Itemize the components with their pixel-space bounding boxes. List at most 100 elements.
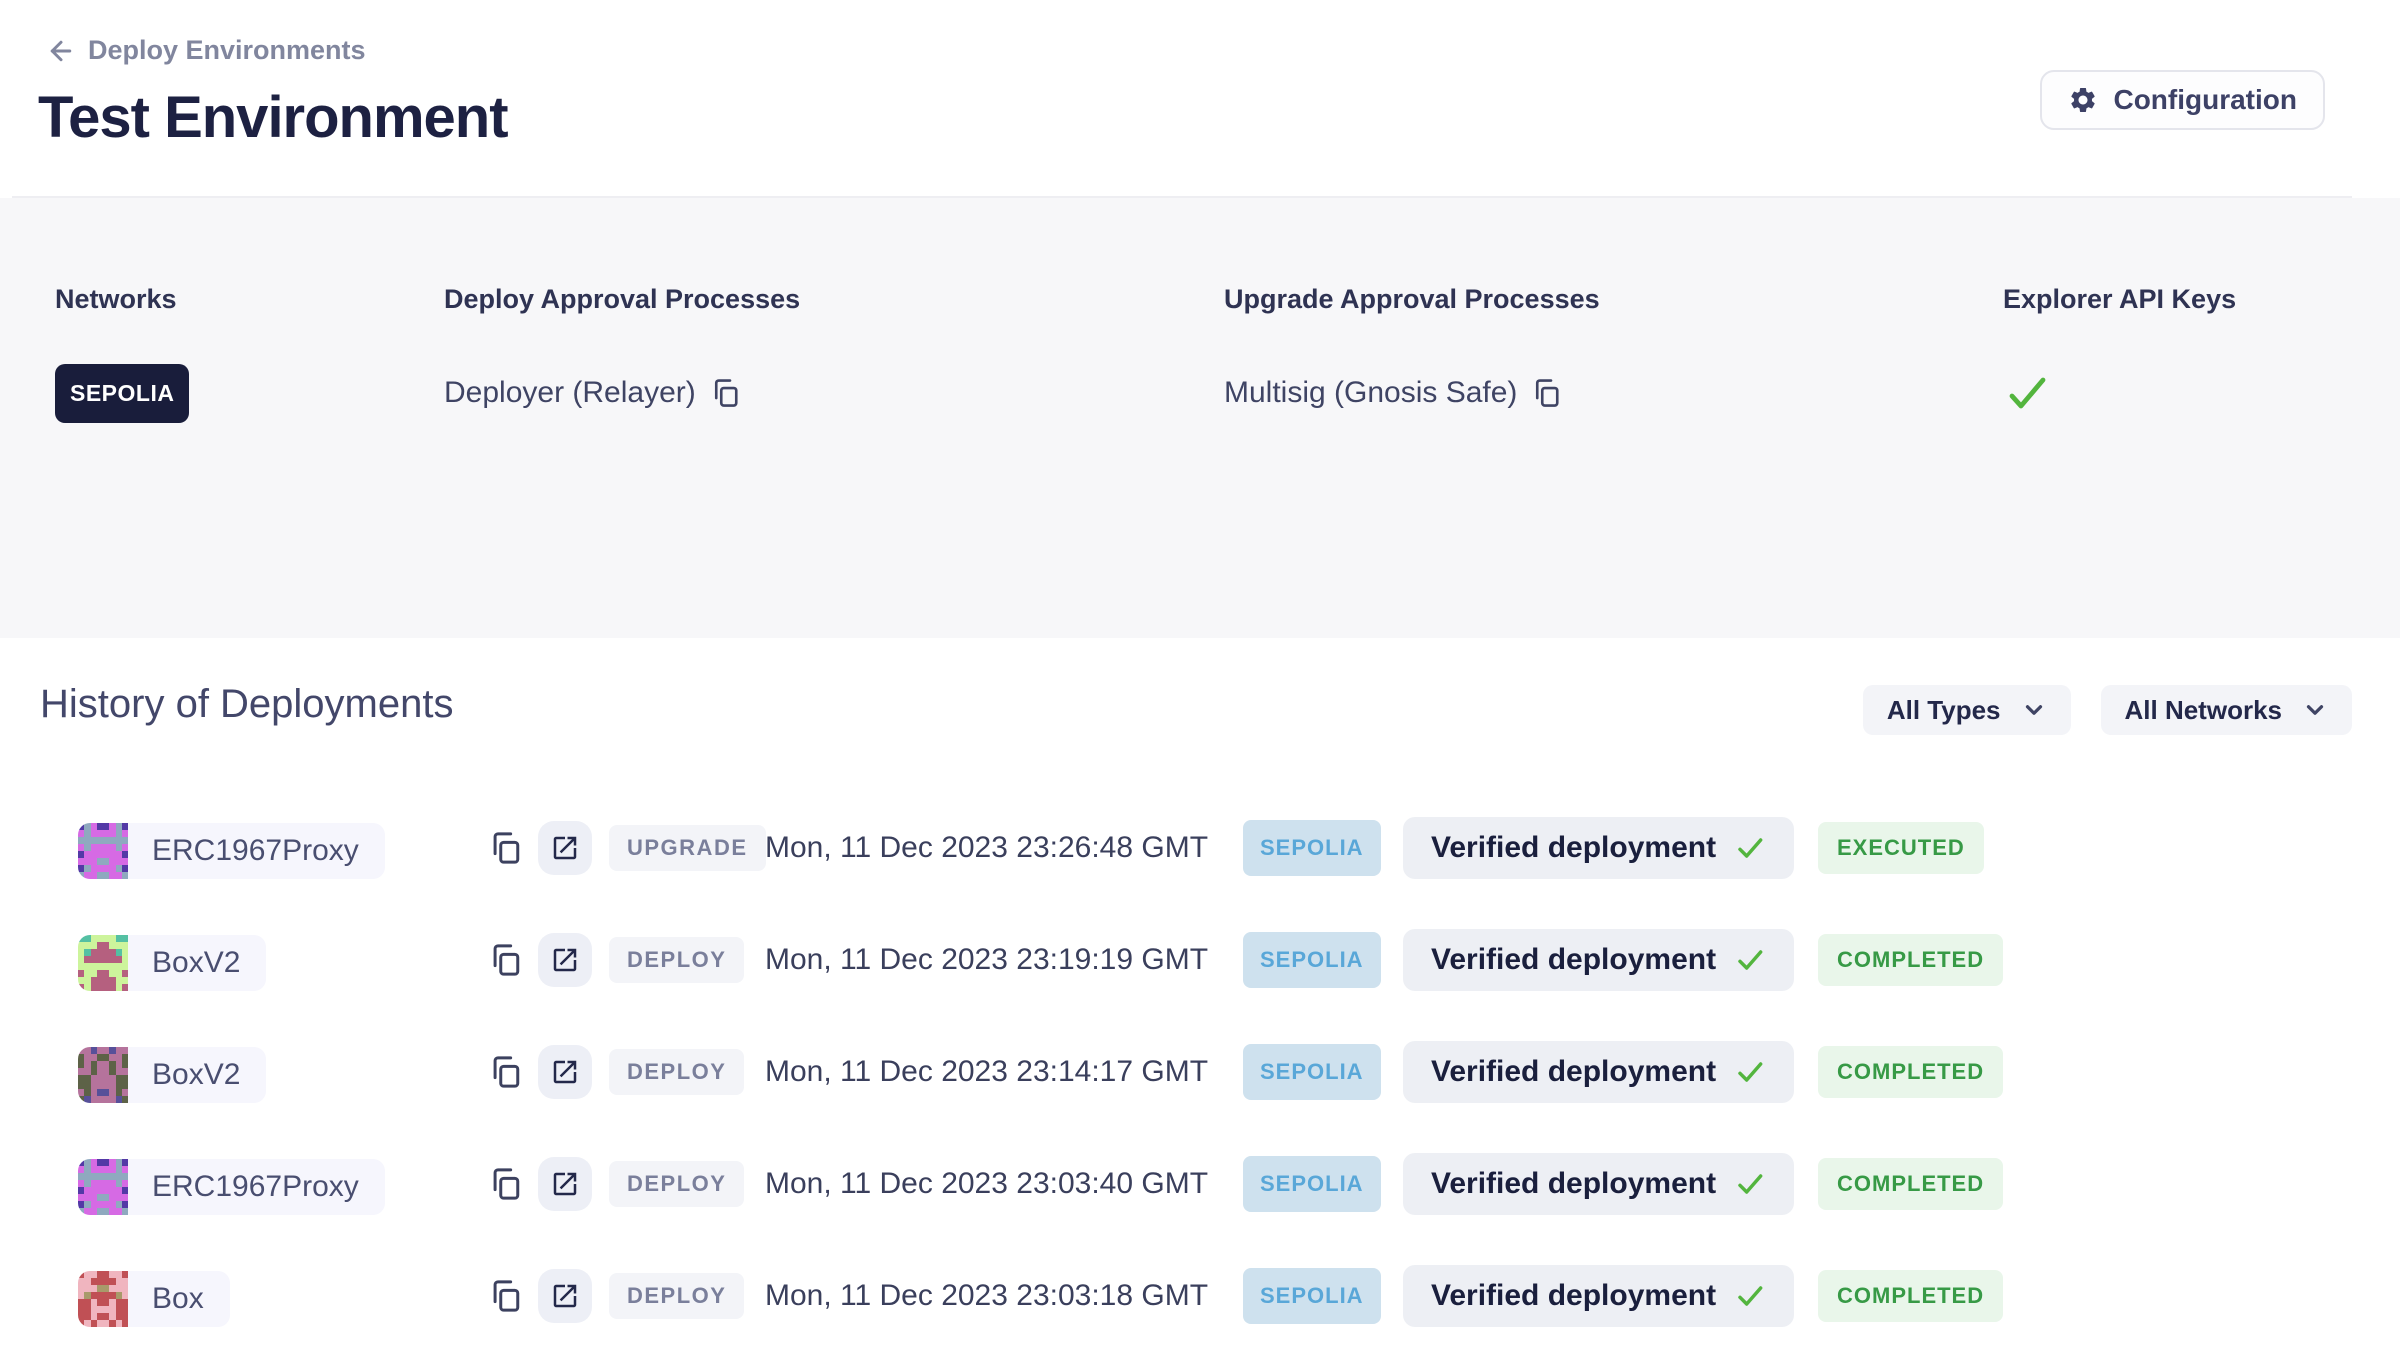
- check-icon: [1734, 1056, 1766, 1088]
- external-link-icon: [550, 1057, 580, 1087]
- copy-icon: [488, 1279, 522, 1313]
- contract-name: BoxV2: [128, 946, 266, 980]
- check-icon: [1734, 1168, 1766, 1200]
- breadcrumb-label: Deploy Environments: [88, 35, 366, 66]
- chevron-down-icon: [2302, 697, 2328, 723]
- contract-name: ERC1967Proxy: [128, 1170, 385, 1204]
- filter-all-networks-dropdown[interactable]: All Networks: [2101, 685, 2353, 735]
- copy-icon: [488, 1167, 522, 1201]
- network-badge: SEPOLIA: [1243, 820, 1381, 876]
- copy-icon: [488, 1055, 522, 1089]
- page-title: Test Environment: [38, 84, 508, 151]
- contract-chip[interactable]: ERC1967Proxy: [78, 1159, 385, 1215]
- contract-chip[interactable]: ERC1967Proxy: [78, 823, 385, 879]
- upgrade-approval-column: Upgrade Approval Processes Multisig (Gno…: [1224, 284, 1600, 423]
- external-link-icon: [550, 1281, 580, 1311]
- deployment-type-badge: DEPLOY: [609, 1161, 744, 1207]
- verification-pill: Verified deployment: [1403, 1265, 1794, 1327]
- configuration-button[interactable]: Configuration: [2040, 70, 2325, 130]
- configuration-button-label: Configuration: [2113, 84, 2297, 116]
- contract-identicon: [78, 935, 128, 991]
- check-icon: [1734, 832, 1766, 864]
- copy-icon: [710, 378, 740, 408]
- chevron-down-icon: [2021, 697, 2047, 723]
- gear-icon: [2068, 85, 2098, 115]
- filter-all-networks-label: All Networks: [2125, 695, 2283, 726]
- filter-all-types-dropdown[interactable]: All Types: [1863, 685, 2071, 735]
- verification-label: Verified deployment: [1431, 943, 1716, 977]
- deployment-rows: ERC1967Proxy UPGRADE Mon, 11 Dec 2023 23…: [0, 792, 2400, 1352]
- verification-label: Verified deployment: [1431, 831, 1716, 865]
- breadcrumb[interactable]: Deploy Environments: [40, 34, 372, 67]
- copy-upgrade-approval-button[interactable]: [1531, 378, 1561, 408]
- deployment-row: ERC1967Proxy UPGRADE Mon, 11 Dec 2023 23…: [0, 792, 2400, 904]
- copy-address-button[interactable]: [488, 831, 522, 865]
- deployment-date: Mon, 11 Dec 2023 23:03:40 GMT: [765, 1167, 1243, 1201]
- deployment-date: Mon, 11 Dec 2023 23:14:17 GMT: [765, 1055, 1243, 1089]
- networks-header: Networks: [55, 284, 189, 315]
- explorer-api-keys-header: Explorer API Keys: [2003, 284, 2236, 315]
- deployment-status-badge: COMPLETED: [1818, 1046, 2003, 1098]
- api-key-set-check-icon: [2003, 369, 2051, 417]
- copy-address-button[interactable]: [488, 1167, 522, 1201]
- external-link-icon: [550, 945, 580, 975]
- check-icon: [1734, 1280, 1766, 1312]
- deployment-type-badge: DEPLOY: [609, 1049, 744, 1095]
- open-in-explorer-button[interactable]: [538, 1157, 592, 1211]
- deployment-status-badge: EXECUTED: [1818, 822, 1984, 874]
- deployment-status-badge: COMPLETED: [1818, 1270, 2003, 1322]
- back-arrow-icon: [46, 36, 76, 66]
- verification-label: Verified deployment: [1431, 1055, 1716, 1089]
- copy-deploy-approval-button[interactable]: [710, 378, 740, 408]
- copy-address-button[interactable]: [488, 1055, 522, 1089]
- copy-icon: [488, 943, 522, 977]
- upgrade-approval-value: Multisig (Gnosis Safe): [1224, 376, 1517, 410]
- contract-identicon: [78, 1271, 128, 1327]
- deployment-row: BoxV2 DEPLOY Mon, 11 Dec 2023 23:19:19 G…: [0, 904, 2400, 1016]
- verification-pill: Verified deployment: [1403, 817, 1794, 879]
- deploy-approval-value: Deployer (Relayer): [444, 376, 696, 410]
- verification-label: Verified deployment: [1431, 1279, 1716, 1313]
- explorer-api-keys-column: Explorer API Keys: [2003, 284, 2236, 423]
- history-filters: All Types All Networks: [1863, 685, 2352, 735]
- deploy-approval-header: Deploy Approval Processes: [444, 284, 800, 315]
- copy-address-button[interactable]: [488, 1279, 522, 1313]
- verification-pill: Verified deployment: [1403, 929, 1794, 991]
- deployment-status-badge: COMPLETED: [1818, 934, 2003, 986]
- network-badge: SEPOLIA: [1243, 932, 1381, 988]
- deployment-type-badge: UPGRADE: [609, 825, 766, 871]
- verification-pill: Verified deployment: [1403, 1041, 1794, 1103]
- upgrade-approval-header: Upgrade Approval Processes: [1224, 284, 1600, 315]
- deployment-date: Mon, 11 Dec 2023 23:26:48 GMT: [765, 831, 1243, 865]
- network-badge-sepolia: SEPOLIA: [55, 364, 189, 423]
- environment-config-section: Networks SEPOLIA Deploy Approval Process…: [0, 198, 2400, 638]
- external-link-icon: [550, 833, 580, 863]
- contract-chip[interactable]: Box: [78, 1271, 230, 1327]
- contract-chip[interactable]: BoxV2: [78, 1047, 266, 1103]
- contract-identicon: [78, 1047, 128, 1103]
- contract-name: BoxV2: [128, 1058, 266, 1092]
- deployment-date: Mon, 11 Dec 2023 23:03:18 GMT: [765, 1279, 1243, 1313]
- deployment-row: BoxV2 DEPLOY Mon, 11 Dec 2023 23:14:17 G…: [0, 1016, 2400, 1128]
- deployment-status-badge: COMPLETED: [1818, 1158, 2003, 1210]
- deployment-row: Box DEPLOY Mon, 11 Dec 2023 23:03:18 GMT: [0, 1240, 2400, 1352]
- contract-name: Box: [128, 1282, 230, 1316]
- network-badge: SEPOLIA: [1243, 1044, 1381, 1100]
- copy-icon: [1531, 378, 1561, 408]
- contract-chip[interactable]: BoxV2: [78, 935, 266, 991]
- open-in-explorer-button[interactable]: [538, 821, 592, 875]
- copy-icon: [488, 831, 522, 865]
- contract-identicon: [78, 1159, 128, 1215]
- filter-all-types-label: All Types: [1887, 695, 2001, 726]
- check-icon: [1734, 944, 1766, 976]
- open-in-explorer-button[interactable]: [538, 1045, 592, 1099]
- history-section: History of Deployments All Types All Net…: [0, 638, 2400, 1344]
- network-badge: SEPOLIA: [1243, 1156, 1381, 1212]
- network-badge: SEPOLIA: [1243, 1268, 1381, 1324]
- contract-name: ERC1967Proxy: [128, 834, 385, 868]
- open-in-explorer-button[interactable]: [538, 1269, 592, 1323]
- history-title: History of Deployments: [40, 682, 453, 727]
- deployment-type-badge: DEPLOY: [609, 937, 744, 983]
- copy-address-button[interactable]: [488, 943, 522, 977]
- open-in-explorer-button[interactable]: [538, 933, 592, 987]
